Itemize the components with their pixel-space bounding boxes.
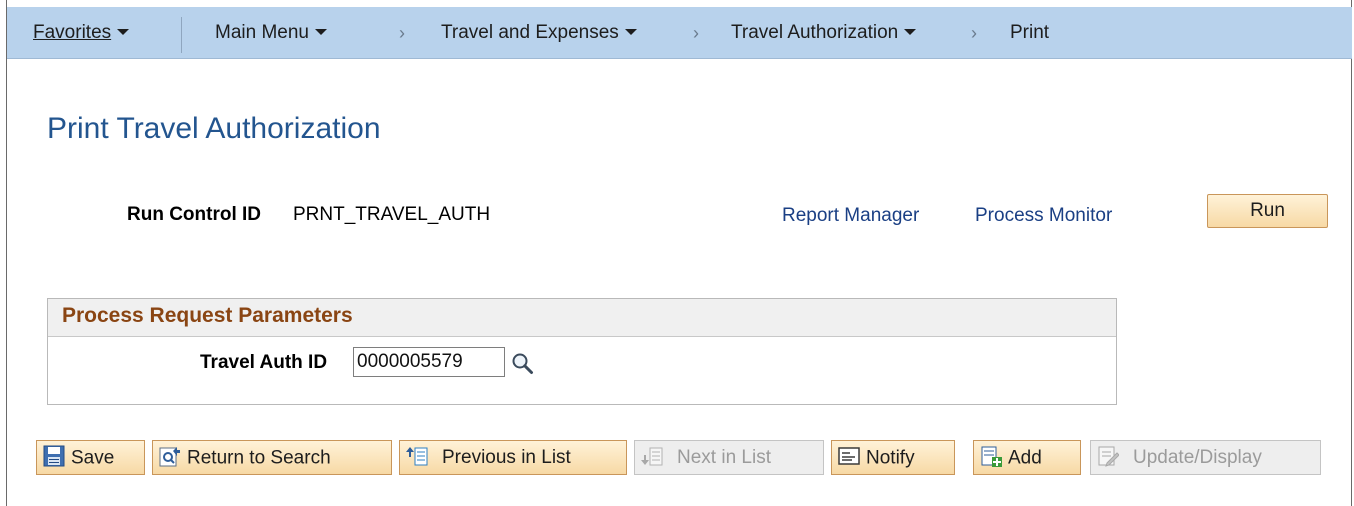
update-display-label: Update/Display: [1133, 447, 1262, 469]
return-to-search-button[interactable]: Return to Search: [152, 440, 392, 475]
nav-travel-authorization[interactable]: Travel Authorization: [731, 7, 917, 59]
nav-travel-expenses[interactable]: Travel and Expenses: [441, 7, 637, 59]
add-button[interactable]: Add: [973, 440, 1081, 475]
return-to-search-label: Return to Search: [187, 447, 331, 469]
run-control-value: PRNT_TRAVEL_AUTH: [293, 204, 491, 225]
nav-main-menu-label: Main Menu: [215, 22, 309, 43]
add-icon: [981, 446, 1002, 467]
next-in-list-button[interactable]: Next in List: [634, 440, 824, 475]
page-frame: [6, 0, 1352, 506]
caret-down-icon: [315, 28, 327, 35]
caret-down-icon: [904, 28, 917, 35]
travel-auth-id-input[interactable]: [353, 347, 505, 377]
page-title: Print Travel Authorization: [47, 112, 381, 145]
process-request-group: Process Request Parameters Travel Auth I…: [47, 298, 1117, 405]
group-title: Process Request Parameters: [62, 304, 353, 327]
previous-in-list-icon: [406, 446, 428, 466]
run-control-label: Run Control ID: [127, 204, 262, 225]
breadcrumb-separator: ›: [693, 23, 699, 43]
travel-auth-id-label: Travel Auth ID: [200, 352, 328, 373]
nav-travel-expenses-label: Travel and Expenses: [441, 22, 619, 43]
nav-travel-authorization-label: Travel Authorization: [731, 22, 899, 43]
previous-in-list-label: Previous in List: [442, 447, 571, 469]
run-button[interactable]: Run: [1207, 194, 1328, 228]
nav-current-print: Print: [1010, 22, 1050, 43]
group-header: Process Request Parameters: [48, 299, 1116, 337]
next-in-list-label: Next in List: [677, 447, 771, 469]
nav-favorites-label: Favorites: [33, 22, 112, 43]
save-button[interactable]: Save: [36, 440, 145, 475]
save-label: Save: [71, 447, 115, 469]
caret-down-icon: [117, 28, 130, 35]
notify-button[interactable]: Notify: [831, 440, 955, 475]
save-icon: [43, 445, 65, 467]
report-manager-link[interactable]: Report Manager: [782, 205, 919, 227]
next-in-list-icon: [641, 447, 663, 466]
breadcrumb-separator: ›: [399, 23, 405, 43]
nav-favorites[interactable]: Favorites: [33, 7, 130, 59]
return-to-search-icon: [159, 446, 180, 467]
update-display-icon: [1098, 446, 1119, 467]
nav-divider: [181, 17, 182, 53]
breadcrumb-separator: ›: [971, 23, 977, 43]
update-display-button[interactable]: Update/Display: [1090, 440, 1321, 475]
previous-in-list-button[interactable]: Previous in List: [399, 440, 627, 475]
nav-main-menu[interactable]: Main Menu: [215, 7, 327, 59]
notify-label: Notify: [866, 447, 915, 469]
caret-down-icon: [624, 28, 637, 35]
magnifier-icon[interactable]: [510, 351, 536, 377]
process-monitor-link[interactable]: Process Monitor: [975, 205, 1112, 227]
nav-bar: Favorites Main Menu › Travel and Expense…: [7, 7, 1352, 59]
notify-icon: [838, 447, 860, 465]
add-label: Add: [1008, 447, 1042, 469]
